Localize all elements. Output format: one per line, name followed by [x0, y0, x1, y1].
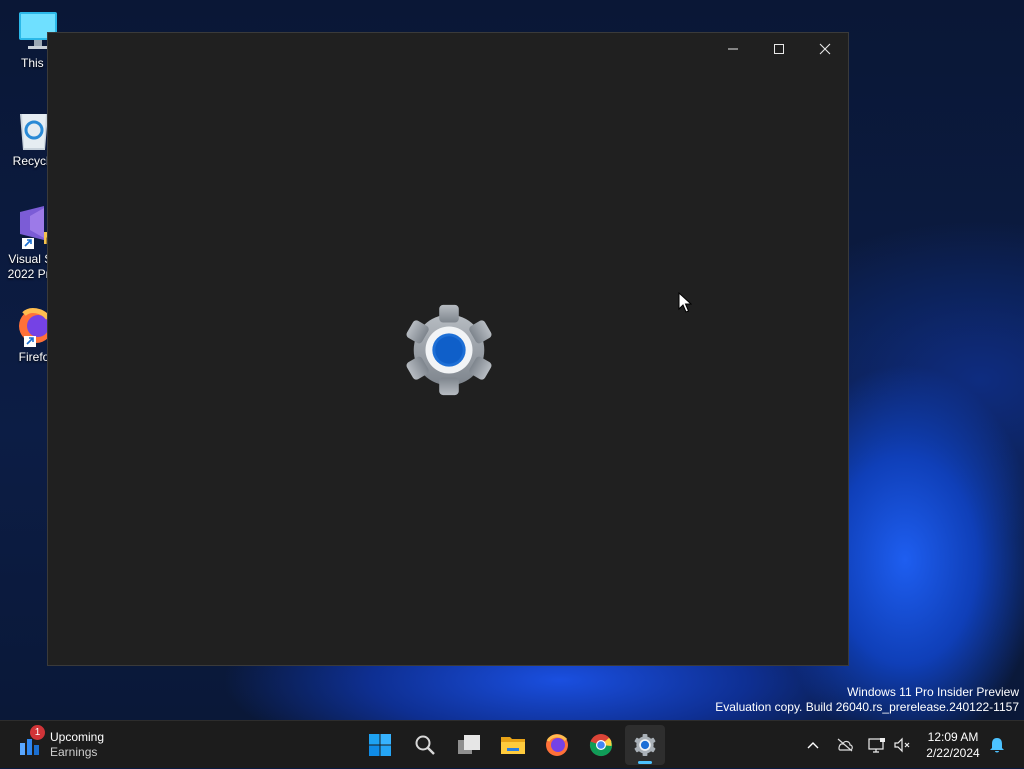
settings-gear-icon [634, 733, 656, 757]
maximize-button[interactable] [756, 33, 802, 65]
firefox-icon [546, 734, 568, 756]
close-icon [819, 43, 831, 55]
widget-title: Upcoming [50, 730, 105, 744]
watermark-line-1: Windows 11 Pro Insider Preview [847, 685, 1019, 699]
notification-badge: 1 [30, 725, 45, 740]
volume-button[interactable] [892, 721, 912, 769]
task-view-icon [458, 735, 480, 754]
active-app-indicator [638, 761, 652, 764]
watermark-line-2: Evaluation copy. Build 26040.rs_prerelea… [715, 700, 1019, 714]
onedrive-off-icon [837, 738, 853, 752]
start-button[interactable] [360, 725, 400, 765]
settings-gear-icon [400, 301, 498, 399]
settings-taskbar-button[interactable] [625, 725, 665, 765]
stocks-chart-icon: 1 [18, 725, 45, 757]
settings-window[interactable] [47, 32, 849, 666]
search-button[interactable] [405, 725, 445, 765]
show-hidden-icons-button[interactable] [802, 721, 824, 769]
minimize-icon [728, 48, 738, 50]
chevron-up-icon [807, 742, 819, 749]
search-icon [415, 735, 435, 755]
folder-icon [501, 737, 525, 754]
chrome-button[interactable] [581, 725, 621, 765]
widgets-button[interactable]: 1 Upcoming Earnings [18, 725, 105, 763]
close-button[interactable] [802, 33, 848, 65]
clock-time: 12:09 AM [927, 730, 979, 744]
onedrive-button[interactable] [834, 721, 856, 769]
minimize-button[interactable] [710, 33, 756, 65]
chrome-icon [589, 734, 613, 757]
windows-logo-icon [369, 734, 391, 756]
network-button[interactable] [866, 721, 888, 769]
network-icon [868, 738, 885, 753]
clock-date: 2/22/2024 [926, 746, 980, 760]
clock-button[interactable]: 12:09 AM 2/22/2024 [918, 729, 988, 761]
file-explorer-button[interactable] [493, 725, 533, 765]
notification-bell-icon [990, 738, 1004, 753]
notification-center-button[interactable] [986, 721, 1008, 769]
taskbar: 1 Upcoming Earnings 12:09 AM 2/22/2024 [0, 720, 1024, 768]
mouse-pointer-icon [678, 291, 693, 314]
evaluation-watermark: Windows 11 Pro Insider Preview Evaluatio… [715, 685, 1019, 715]
widget-subtitle: Earnings [50, 745, 98, 759]
firefox-button[interactable] [537, 725, 577, 765]
maximize-icon [774, 44, 784, 54]
volume-muted-icon [894, 737, 910, 753]
task-view-button[interactable] [449, 725, 489, 765]
